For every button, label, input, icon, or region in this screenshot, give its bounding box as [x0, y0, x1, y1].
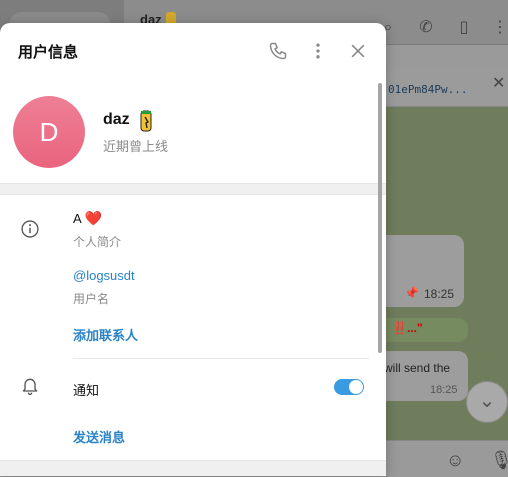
pin-icon: 📌 [404, 286, 419, 300]
add-contact-button[interactable]: 添加联系人 [73, 325, 138, 344]
divider [73, 358, 369, 359]
section-divider [0, 183, 386, 195]
section-divider [0, 460, 386, 476]
heart-emoji-icon: ❤️ [84, 210, 103, 226]
notifications-label: 通知 [73, 383, 100, 398]
username-link[interactable]: @logsusdt [73, 268, 135, 283]
username-label: 用户名 [73, 292, 110, 306]
bio-label: 个人简介 [73, 235, 122, 249]
avatar[interactable]: D [13, 96, 85, 168]
scrollbar[interactable] [378, 83, 382, 353]
message-text: ‼️..." [392, 321, 423, 335]
send-message-button[interactable]: 发送消息 [73, 427, 125, 446]
message-time: 18:25 [424, 287, 455, 301]
message-text: will send the [384, 361, 451, 375]
user-status: 近期曾上线 [103, 139, 169, 154]
message-time: 18:25 [430, 384, 458, 396]
more-options-icon[interactable] [308, 41, 328, 61]
sidebar-toggle-icon[interactable]: ▯ [456, 20, 472, 36]
bell-icon [22, 378, 38, 395]
phone-icon[interactable]: ✆ [418, 20, 434, 36]
info-icon [21, 220, 39, 238]
user-name: daz [103, 111, 130, 128]
close-pinned-icon[interactable]: ✕ [492, 73, 505, 93]
call-icon[interactable] [268, 41, 288, 61]
more-icon[interactable]: ⋮ [492, 20, 508, 36]
pinned-message-text: 01ePm84Pw... [388, 83, 468, 96]
notifications-toggle[interactable] [334, 379, 364, 395]
panel-title: 用户信息 [18, 44, 79, 61]
emoji-icon[interactable]: ☺ [446, 450, 464, 471]
close-icon[interactable] [348, 41, 368, 61]
ferrari-emoji-icon [140, 110, 152, 132]
user-info-panel: 用户信息 D daz 近期曾上线 A ❤️ 个人简介 @logsusdt 用户名… [0, 23, 386, 476]
scroll-down-button[interactable]: ⌄ [466, 381, 508, 423]
bio-text[interactable]: A ❤️ [73, 210, 102, 227]
microphone-icon[interactable]: 🎙 [490, 450, 508, 471]
